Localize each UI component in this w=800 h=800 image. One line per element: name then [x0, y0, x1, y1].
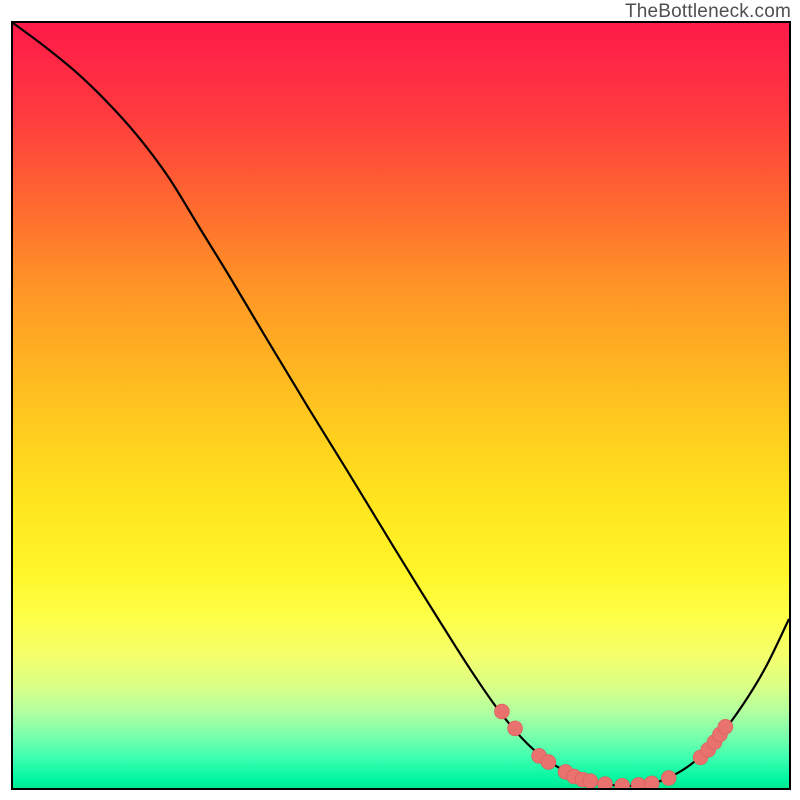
marker-dot [661, 771, 676, 786]
marker-dot [718, 719, 733, 734]
bottleneck-curve [13, 23, 789, 786]
chart-root: TheBottleneck.com [0, 0, 800, 800]
marker-dot [631, 777, 646, 790]
brand-watermark: TheBottleneck.com [625, 1, 791, 23]
marker-dot [644, 776, 659, 790]
marker-dot [541, 755, 556, 770]
marker-dot [615, 778, 630, 790]
marker-dot [598, 777, 613, 790]
marker-dot [494, 704, 509, 719]
marker-dot [583, 774, 598, 789]
marker-dot [508, 721, 523, 736]
curve-layer [13, 23, 789, 788]
plot-area [11, 21, 791, 790]
